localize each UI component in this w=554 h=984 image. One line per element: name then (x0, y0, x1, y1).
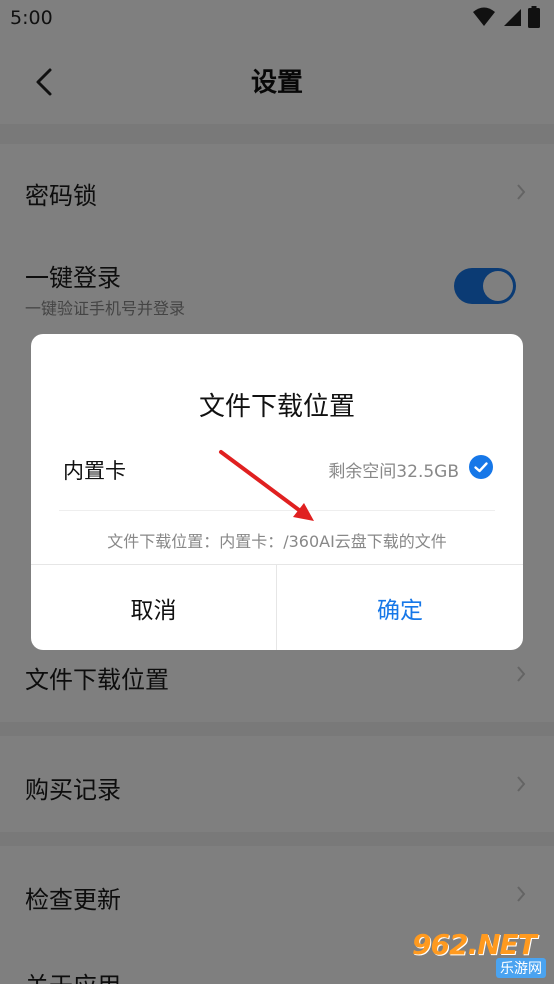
download-location-dialog: 文件下载位置 内置卡 剩余空间32.5GB 文件下载位置：内置卡：/360AI云… (31, 334, 523, 650)
check-circle-icon (469, 455, 493, 479)
watermark-brand: 962.NET (412, 928, 537, 961)
download-path-text: 文件下载位置：内置卡：/360AI云盘下载的文件 (107, 532, 447, 551)
watermark-subtext: 乐游网 (496, 958, 546, 978)
cancel-button[interactable]: 取消 (31, 565, 276, 650)
free-space-text: 剩余空间32.5GB (328, 462, 459, 482)
confirm-button[interactable]: 确定 (277, 565, 523, 650)
watermark-logo: 962.NET 乐游网 (412, 928, 548, 980)
dialog-title: 文件下载位置 (198, 392, 355, 422)
storage-label: 内置卡 (63, 459, 126, 483)
divider (59, 510, 495, 511)
